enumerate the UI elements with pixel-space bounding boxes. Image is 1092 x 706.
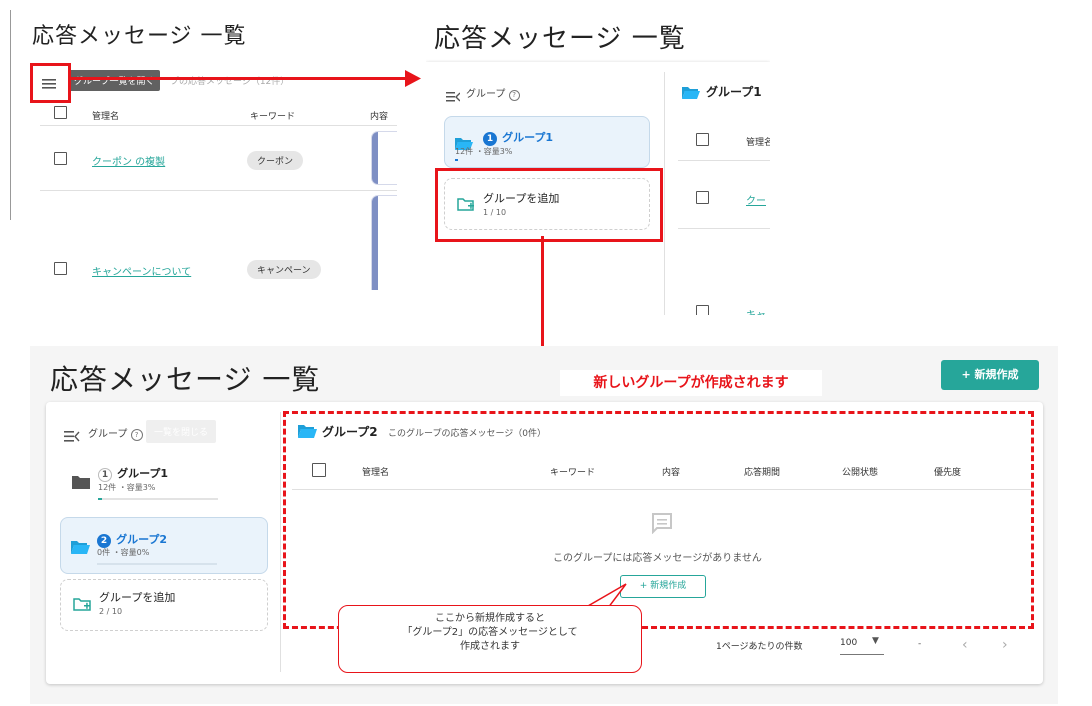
arrow-horizontal <box>68 77 408 80</box>
group-collapse-icon[interactable] <box>64 427 80 446</box>
help-icon[interactable]: ? <box>508 90 520 101</box>
row-name-link[interactable]: キャ <box>746 306 766 315</box>
group-badge: 2 <box>97 534 111 548</box>
screen1-left-edge <box>10 10 11 220</box>
screen3-title: 応答メッセージ 一覧 <box>50 363 321 396</box>
group-sub: 12件 ・容量3% <box>455 147 513 156</box>
row-name-link[interactable]: キャンペーンについて <box>92 263 191 278</box>
add-group-card[interactable]: グループを追加 2 / 10 <box>60 579 268 631</box>
row-divider <box>40 190 397 191</box>
help-icon[interactable]: ? <box>130 429 143 441</box>
keyword-chip: クーポン <box>247 151 304 170</box>
right-group-title: グループ1 <box>706 85 762 99</box>
new-create-button[interactable]: + 新規作成 <box>941 360 1039 390</box>
highlight-menu-icon <box>30 63 71 103</box>
new-create-label: + 新規作成 <box>961 368 1019 381</box>
add-group-count: 2 / 10 <box>99 607 123 616</box>
group-header-label: グループ ? <box>466 85 520 101</box>
col-header-keyword: キーワード <box>250 112 296 122</box>
rows-per-page-value: 100 <box>840 638 858 648</box>
pane-divider <box>280 412 281 672</box>
content-preview <box>372 196 397 290</box>
group-name: グループ2 <box>116 533 168 546</box>
select-all-checkbox[interactable] <box>54 106 67 119</box>
screen1-list-area <box>32 65 397 290</box>
row-checkbox[interactable] <box>696 305 709 315</box>
rows-per-page-label: 1ページあたりの件数 <box>716 642 803 652</box>
header-divider <box>678 160 770 161</box>
group-sub: 0件 ・容量0% <box>97 548 150 557</box>
add-group-label: グループを追加 <box>99 591 176 604</box>
callout-line-3: 作成されます <box>460 641 520 652</box>
keyword-chip: キャンペーン <box>247 260 321 279</box>
pane-divider <box>664 72 665 315</box>
capacity-track <box>97 563 217 565</box>
group-title-row: 1 グループ1 <box>483 126 553 146</box>
group-card-2[interactable]: 2 グループ2 0件 ・容量0% <box>60 517 268 574</box>
select-all-checkbox[interactable] <box>696 133 709 146</box>
tooltip-trailing-text: プの応答メッセージ（12件） <box>170 77 290 87</box>
arrow-head-right <box>405 70 421 91</box>
capacity-bar <box>455 159 458 161</box>
row-checkbox[interactable] <box>696 191 709 204</box>
row-name-link[interactable]: クー <box>746 192 766 207</box>
screen1-title: 応答メッセージ 一覧 <box>32 24 247 49</box>
capacity-track <box>98 498 218 500</box>
header-divider <box>40 125 397 126</box>
folder-icon <box>72 474 90 493</box>
group-header-text: グループ <box>88 429 128 440</box>
tooltip-close-groups: 一覧を閉じる <box>146 420 217 443</box>
tooltip-open-groups: グループ一覧を開く <box>68 70 161 91</box>
folder-open-icon <box>682 84 700 103</box>
group-header-text: グループ <box>466 89 506 100</box>
callout-note: ここから新規作成すると 「グループ2」の応答メッセージとして 作成されます <box>338 605 642 673</box>
group-title-row: 1 グループ1 <box>98 462 168 482</box>
group-item-1[interactable]: 1 グループ1 12件 ・容量3% <box>60 456 266 508</box>
group-name: グループ1 <box>502 131 554 144</box>
new-group-note-text: 新しいグループが作成されます <box>593 375 789 391</box>
group-header-label: グループ ? <box>88 425 143 441</box>
capacity-bar <box>98 498 102 500</box>
dropdown-arrow-icon: ▼ <box>872 636 879 646</box>
group-collapse-icon[interactable] <box>446 87 461 106</box>
group-name: グループ1 <box>117 467 169 480</box>
add-folder-icon <box>73 597 92 616</box>
col-header-name: 管理名 <box>746 138 770 148</box>
next-page-icon[interactable]: › <box>1002 637 1008 653</box>
callout-line-2: 「グループ2」の応答メッセージとして <box>402 627 578 638</box>
col-header-name: 管理名 <box>92 112 120 122</box>
group-badge: 1 <box>98 468 112 482</box>
row-name-link[interactable]: クーポン の複製 <box>92 153 165 168</box>
screen1-panel: 応答メッセージ 一覧 グループ一覧を開く プの応答メッセージ（12件） 管理名 … <box>10 10 397 290</box>
highlight-main-area <box>283 411 1034 629</box>
tooltip-text: 一覧を閉じる <box>154 428 209 438</box>
group-title-row: 2 グループ2 <box>97 528 167 548</box>
callout-line-1: ここから新規作成すると <box>435 613 545 624</box>
prev-page-icon[interactable]: ‹ <box>962 637 968 653</box>
row-checkbox[interactable] <box>54 262 67 275</box>
col-header-content: 内容 <box>370 112 389 122</box>
group-card-1[interactable]: 1 グループ1 12件 ・容量3% <box>444 116 650 168</box>
folder-open-icon <box>71 539 90 558</box>
row-checkbox[interactable] <box>54 152 67 165</box>
content-preview <box>372 132 397 184</box>
screen2-panel: 応答メッセージ 一覧 グループ ? 1 グループ1 12件 ・容量3% グループ… <box>426 10 770 315</box>
group-sub: 12件 ・容量3% <box>98 483 156 492</box>
page-range: - <box>918 639 922 649</box>
new-group-note: 新しいグループが作成されます <box>560 370 822 396</box>
rows-per-page-select[interactable]: 100 ▼ <box>840 634 884 655</box>
group-badge: 1 <box>483 132 497 146</box>
screen2-title: 応答メッセージ 一覧 <box>434 24 686 54</box>
highlight-add-group <box>435 168 663 242</box>
row-divider <box>678 228 770 229</box>
